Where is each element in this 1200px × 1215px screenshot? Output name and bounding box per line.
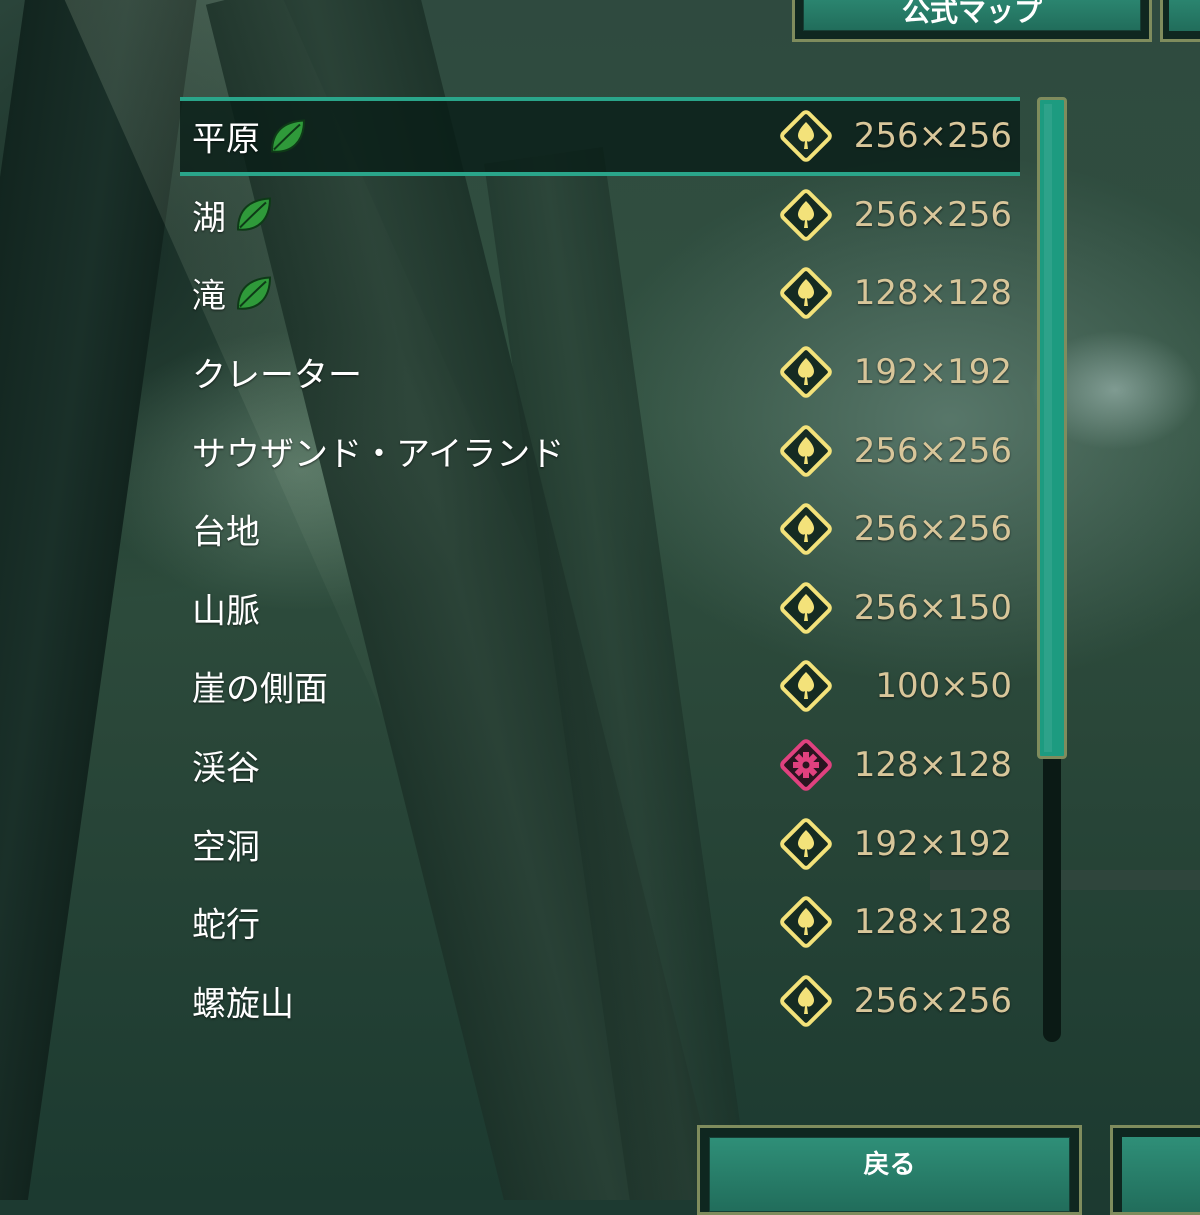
map-row[interactable]: 滝 128×128 — [180, 254, 1020, 333]
map-name: 崖の側面 — [192, 662, 328, 711]
official-maps-tab-label: 公式マップ — [803, 0, 1141, 31]
map-name-text: 台地 — [192, 512, 260, 553]
map-list: 平原 256×256 湖 256×256 滝 128×128 クレーター 192×192 サウザ… — [180, 97, 1020, 1040]
back-button-label: 戻る — [709, 1137, 1070, 1212]
map-name: 蛇行 — [192, 898, 260, 947]
map-name-text: 蛇行 — [192, 905, 260, 946]
diamond-leaf-icon — [776, 106, 836, 166]
diamond-leaf-icon — [776, 263, 836, 323]
map-size: 256×256 — [853, 980, 1012, 1021]
diamond-leaf-icon — [776, 656, 836, 716]
map-row[interactable]: 平原 256×256 — [180, 97, 1020, 176]
map-name-text: クレーター — [192, 355, 362, 396]
map-name-text: 渓谷 — [192, 748, 260, 789]
map-name: 台地 — [192, 505, 260, 554]
map-size: 192×192 — [853, 823, 1012, 864]
diamond-leaf-icon — [776, 499, 836, 559]
map-size: 256×256 — [853, 430, 1012, 471]
map-size: 128×128 — [853, 273, 1012, 314]
map-size: 192×192 — [853, 352, 1012, 393]
map-row[interactable]: 湖 256×256 — [180, 176, 1020, 255]
scrollbar-thumb[interactable] — [1037, 97, 1067, 759]
map-name-text: 螺旋山 — [192, 984, 294, 1025]
map-row[interactable]: 崖の側面 100×50 — [180, 647, 1020, 726]
map-size: 256×150 — [853, 587, 1012, 628]
diamond-leaf-icon — [776, 892, 836, 952]
back-button[interactable]: 戻る — [697, 1125, 1082, 1215]
map-size: 128×128 — [853, 902, 1012, 943]
map-name: 空洞 — [192, 819, 260, 868]
next-tab[interactable] — [1160, 0, 1200, 42]
map-name: 滝 — [192, 269, 274, 318]
map-name: サウザンド・アイランド — [192, 426, 564, 475]
map-size: 128×128 — [853, 745, 1012, 786]
map-name: 湖 — [192, 190, 274, 239]
map-row[interactable]: 空洞 192×192 — [180, 804, 1020, 883]
map-name-text: 湖 — [192, 198, 226, 239]
map-size: 256×256 — [853, 194, 1012, 235]
diamond-leaf-icon — [776, 971, 836, 1031]
map-size: 100×50 — [875, 666, 1012, 707]
diamond-leaf-icon — [776, 342, 836, 402]
map-name-text: 平原 — [192, 119, 260, 160]
map-name-text: サウザンド・アイランド — [192, 434, 565, 475]
green-leaf-icon — [266, 115, 308, 157]
map-row[interactable]: 螺旋山 256×256 — [180, 962, 1020, 1041]
map-name: 山脈 — [192, 583, 260, 632]
map-row[interactable]: クレーター 192×192 — [180, 333, 1020, 412]
map-size: 256×256 — [853, 116, 1012, 157]
map-row[interactable]: 蛇行 128×128 — [180, 883, 1020, 962]
diamond-leaf-icon — [776, 814, 836, 874]
map-name: クレーター — [192, 348, 362, 397]
map-name-text: 滝 — [192, 276, 226, 317]
secondary-button[interactable] — [1110, 1125, 1200, 1215]
diamond-gear-icon — [776, 735, 836, 795]
green-leaf-icon — [232, 194, 274, 236]
map-name-text: 山脈 — [192, 591, 260, 632]
map-row[interactable]: サウザンド・アイランド 256×256 — [180, 411, 1020, 490]
map-size: 256×256 — [853, 509, 1012, 550]
green-leaf-icon — [232, 272, 274, 314]
map-name-text: 空洞 — [192, 827, 260, 868]
map-row[interactable]: 台地 256×256 — [180, 490, 1020, 569]
map-row[interactable]: 山脈 256×150 — [180, 569, 1020, 648]
diamond-leaf-icon — [776, 578, 836, 638]
map-name: 螺旋山 — [192, 976, 294, 1025]
map-name-text: 崖の側面 — [192, 669, 328, 710]
map-row[interactable]: 渓谷 128×128 — [180, 726, 1020, 805]
diamond-leaf-icon — [776, 421, 836, 481]
map-name: 渓谷 — [192, 741, 260, 790]
map-name: 平原 — [192, 112, 308, 161]
official-maps-tab[interactable]: 公式マップ — [792, 0, 1152, 42]
diamond-leaf-icon — [776, 185, 836, 245]
